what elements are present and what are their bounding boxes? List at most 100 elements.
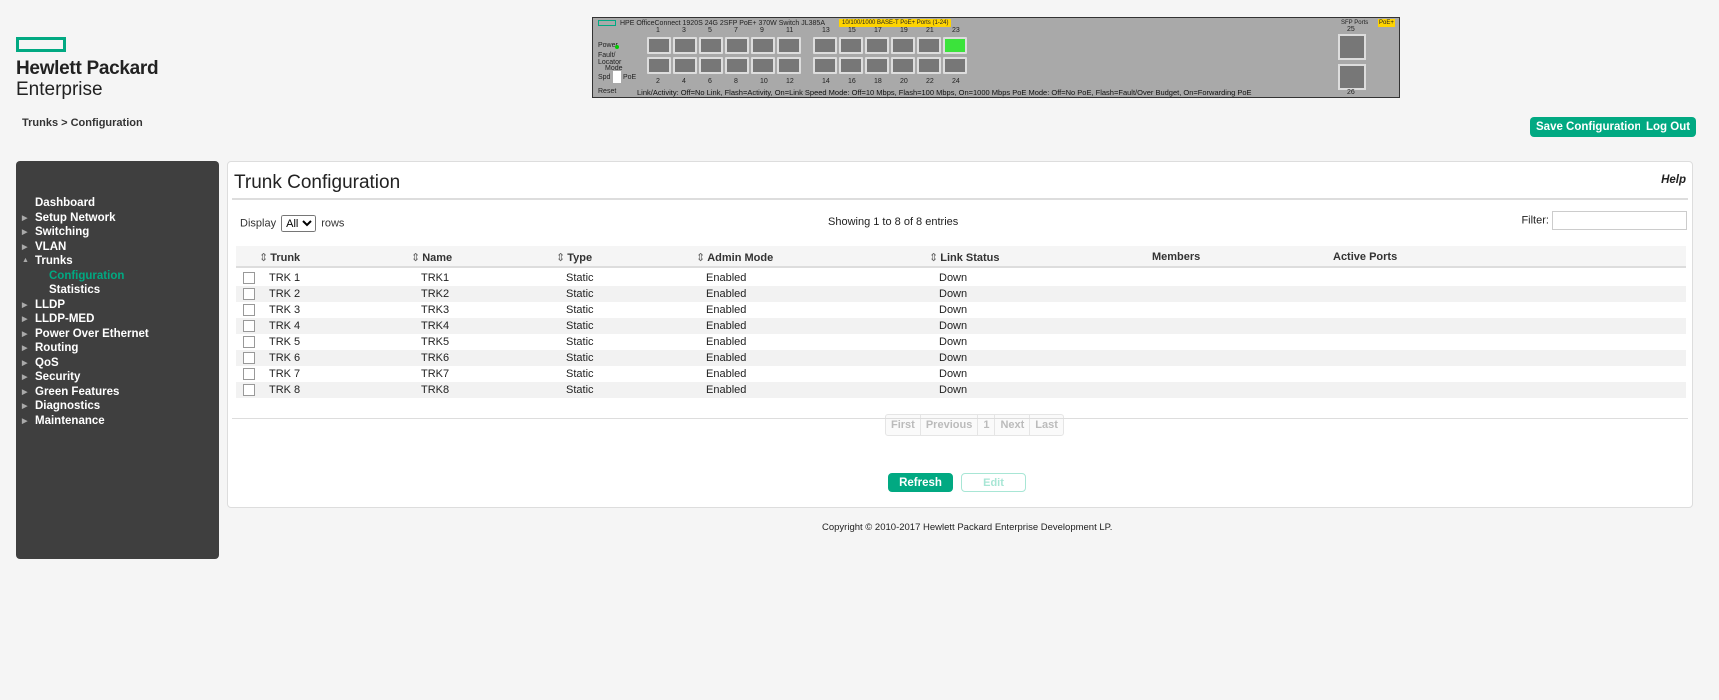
mode-button[interactable] — [613, 71, 621, 83]
column-header-name[interactable]: ⇕ Name — [411, 251, 452, 264]
port-13[interactable] — [813, 37, 837, 54]
row-checkbox[interactable] — [243, 288, 255, 300]
sidebar-item-dashboard[interactable]: Dashboard — [35, 197, 95, 209]
port-5[interactable] — [699, 37, 723, 54]
filter-input[interactable] — [1552, 211, 1687, 230]
port-15[interactable] — [839, 37, 863, 54]
port-12[interactable] — [777, 57, 801, 74]
caret-right-icon: ▶ — [22, 330, 28, 338]
sidebar-item-statistics[interactable]: Statistics — [49, 284, 100, 296]
sfp-port-26[interactable] — [1338, 64, 1366, 90]
port-21[interactable] — [917, 37, 941, 54]
sidebar-item-vlan[interactable]: ▶ VLAN — [22, 241, 66, 253]
sidebar-item-trunks[interactable]: ▲ Trunks — [22, 255, 73, 267]
table-row: TRK 6 TRK6 Static Enabled Down — [236, 350, 1686, 366]
port-label: 18 — [874, 78, 882, 85]
display-label: Display — [240, 217, 277, 230]
led-legend: Link/Activity: Off=No Link, Flash=Activi… — [637, 88, 1252, 97]
port-10[interactable] — [751, 57, 775, 74]
edit-button[interactable]: Edit — [961, 473, 1026, 492]
port-24[interactable] — [943, 57, 967, 74]
switch-front-panel[interactable]: HPE OfficeConnect 1920S 24G 2SFP PoE+ 37… — [592, 17, 1400, 98]
sidebar-item-diagnostics[interactable]: ▶ Diagnostics — [22, 400, 100, 412]
port-3[interactable] — [673, 37, 697, 54]
sidebar-item-configuration[interactable]: Configuration — [49, 270, 124, 282]
port-label: 12 — [786, 78, 794, 85]
row-checkbox[interactable] — [243, 336, 255, 348]
port-label: 10 — [760, 78, 768, 85]
logo-text: Hewlett Packard — [16, 58, 159, 79]
port-8[interactable] — [725, 57, 749, 74]
cell-link-status: Down — [939, 304, 968, 316]
sidebar-item-security[interactable]: ▶ Security — [22, 371, 80, 383]
sidebar-item-qos[interactable]: ▶ QoS — [22, 357, 59, 369]
sidebar-item-setup-network[interactable]: ▶ Setup Network — [22, 212, 116, 224]
trunk-configuration-panel: Trunk Configuration Help Display All row… — [227, 161, 1693, 508]
caret-up-icon: ▲ — [22, 257, 29, 264]
sfp-port-25[interactable] — [1338, 34, 1366, 60]
port-20[interactable] — [891, 57, 915, 74]
column-header-label: Admin Mode — [707, 252, 774, 264]
reset-label: Reset — [598, 88, 617, 95]
help-link[interactable]: Help — [1661, 174, 1686, 186]
port-11[interactable] — [777, 37, 801, 54]
column-header-members: Members — [1152, 251, 1200, 263]
sidebar-item-green-features[interactable]: ▶ Green Features — [22, 386, 119, 398]
poe-badge: PoE+ — [1378, 19, 1395, 27]
sidebar-item-label: Statistics — [49, 284, 101, 296]
log-out-button[interactable]: Log Out — [1640, 117, 1697, 137]
port-7[interactable] — [725, 37, 749, 54]
port-18[interactable] — [865, 57, 889, 74]
port-19[interactable] — [891, 37, 915, 54]
sidebar-item-power-over-ethernet[interactable]: ▶ Power Over Ethernet — [22, 327, 149, 340]
rows-per-page-select[interactable]: All — [281, 215, 317, 232]
sidebar-item-maintenance[interactable]: ▶ Maintenance — [22, 415, 105, 427]
logo-mark — [16, 37, 66, 52]
table-row: TRK 5 TRK5 Static Enabled Down — [236, 334, 1686, 350]
port-1[interactable] — [647, 37, 671, 54]
sfp-port-label: 25 — [1347, 26, 1355, 33]
sidebar-item-lldp[interactable]: ▶ LLDP — [22, 299, 65, 311]
row-checkbox[interactable] — [243, 352, 255, 364]
cell-type: Static — [566, 352, 594, 364]
port-2[interactable] — [647, 57, 671, 74]
port-9[interactable] — [751, 37, 775, 54]
sidebar-item-lldp-med[interactable]: ▶ LLDP-MED — [22, 313, 94, 325]
save-configuration-button[interactable]: Save Configuration — [1530, 117, 1648, 137]
port-17[interactable] — [865, 37, 889, 54]
table-row: TRK 1 TRK1 Static Enabled Down — [236, 270, 1686, 286]
port-23[interactable] — [943, 37, 967, 54]
port-6[interactable] — [699, 57, 723, 74]
refresh-button[interactable]: Refresh — [888, 473, 953, 492]
divider — [232, 418, 1688, 419]
spd-label: Spd — [598, 74, 611, 81]
port-label: 9 — [760, 27, 764, 34]
row-checkbox[interactable] — [243, 320, 255, 332]
port-4[interactable] — [673, 57, 697, 74]
row-checkbox[interactable] — [243, 272, 255, 284]
port-22[interactable] — [917, 57, 941, 74]
sfp-port-label: 26 — [1347, 89, 1355, 96]
port-label: 1 — [656, 27, 660, 34]
sidebar-item-label: Power Over Ethernet — [35, 327, 149, 340]
row-checkbox[interactable] — [243, 304, 255, 316]
sort-icon: ⇕ — [411, 252, 421, 264]
port-label: 16 — [848, 78, 856, 85]
row-checkbox[interactable] — [243, 368, 255, 380]
column-header-trunk[interactable]: ⇕ Trunk — [259, 251, 300, 264]
column-header-admin-mode[interactable]: ⇕ Admin Mode — [696, 251, 773, 264]
sidebar-item-switching[interactable]: ▶ Switching — [22, 226, 89, 238]
cell-trunk: TRK 5 — [269, 336, 301, 348]
sidebar-item-routing[interactable]: ▶ Routing — [22, 342, 78, 354]
port-14[interactable] — [813, 57, 837, 74]
row-checkbox[interactable] — [243, 384, 255, 396]
hpe-mini-logo — [598, 20, 616, 27]
logo-text-2: Enterprise — [16, 79, 103, 100]
caret-right-icon: ▶ — [22, 229, 28, 236]
port-16[interactable] — [839, 57, 863, 74]
column-header-type[interactable]: ⇕ Type — [556, 251, 592, 264]
sort-icon: ⇕ — [929, 252, 939, 264]
column-header-link-status[interactable]: ⇕ Link Status — [929, 251, 1000, 264]
cell-type: Static — [566, 336, 594, 348]
column-header-label: Name — [422, 252, 453, 264]
